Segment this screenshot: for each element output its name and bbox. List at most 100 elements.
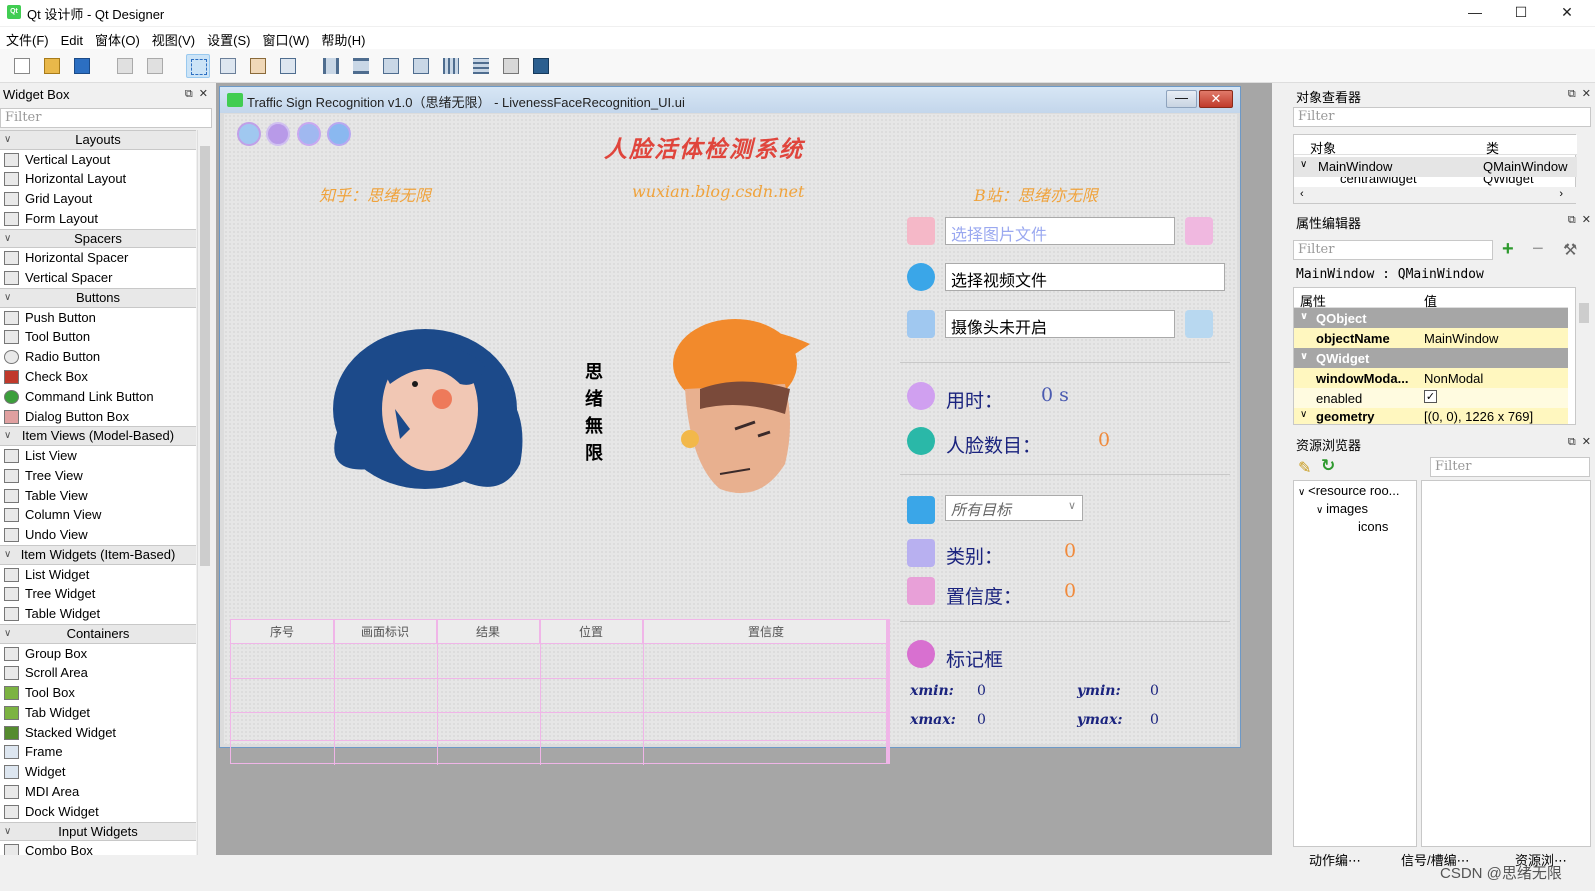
open-button[interactable]	[40, 54, 64, 78]
form-titlebar[interactable]: Traffic Sign Recognition v1.0（思绪无限） - Li…	[220, 87, 1240, 113]
widget-item[interactable]: Push Button	[0, 308, 196, 328]
property-row[interactable]: ∨ geometry [(0, 0), 1226 x 769]	[1294, 408, 1568, 424]
category-layouts[interactable]: ∨ Layouts	[0, 130, 196, 150]
camera-toggle-icon[interactable]	[1185, 310, 1213, 338]
category-containers[interactable]: ∨ Containers	[0, 623, 196, 644]
layout-grid-button[interactable]	[439, 54, 463, 78]
table-header[interactable]: 置信度	[643, 620, 889, 644]
widget-item[interactable]: Dock Widget	[0, 802, 196, 822]
scrollbar-thumb[interactable]	[200, 146, 210, 566]
layout-hsplitter-button[interactable]	[379, 54, 403, 78]
widget-item[interactable]: Tree View	[0, 466, 196, 486]
layout-form-button[interactable]	[469, 54, 493, 78]
camera-status-input[interactable]: 摄像头未开启	[945, 310, 1175, 338]
widget-item[interactable]: List Widget	[0, 565, 196, 585]
widget-item[interactable]: Radio Button	[0, 347, 196, 367]
layout-horizontal-button[interactable]	[319, 54, 343, 78]
widget-item[interactable]: Tool Box	[0, 683, 196, 703]
property-table[interactable]: 属性 值 ∨ QObject objectName MainWindow ∨ Q…	[1293, 287, 1576, 425]
form-close-button[interactable]: ✕	[1199, 90, 1233, 108]
image-file-icon[interactable]	[907, 217, 935, 245]
dock-float-close-icons[interactable]: ⧉ ✕	[1568, 213, 1591, 227]
category-item-views[interactable]: ∨ Item Views (Model-Based)	[0, 426, 196, 446]
widget-item[interactable]: Command Link Button	[0, 387, 196, 407]
widget-item[interactable]: Check Box	[0, 367, 196, 387]
edit-widgets-button[interactable]	[186, 54, 210, 78]
object-row[interactable]: centralwidget QWidget	[1294, 177, 1577, 186]
copy-button[interactable]	[113, 54, 137, 78]
category-spacers[interactable]: ∨ Spacers	[0, 228, 196, 249]
table-header[interactable]: 序号	[231, 620, 334, 644]
category-input-widgets[interactable]: ∨ Input Widgets	[0, 821, 196, 842]
break-layout-button[interactable]	[499, 54, 523, 78]
enabled-checkbox[interactable]: ✓	[1424, 390, 1437, 403]
category-buttons[interactable]: ∨ Buttons	[0, 287, 196, 308]
dock-float-close-icons[interactable]: ⧉ ✕	[1568, 87, 1591, 101]
widget-item[interactable]: Tree Widget	[0, 584, 196, 604]
property-row[interactable]: windowModa... NonModal	[1294, 368, 1568, 388]
resource-contents[interactable]	[1421, 480, 1591, 847]
widget-item[interactable]: Column View	[0, 505, 196, 525]
widget-item[interactable]: Undo View	[0, 525, 196, 545]
widget-item[interactable]: Form Layout	[0, 209, 196, 229]
widget-item[interactable]: Vertical Layout	[0, 150, 196, 170]
resource-images[interactable]: ∨ images	[1316, 501, 1368, 516]
minimize-button[interactable]: —	[1452, 0, 1498, 26]
settings-app-icon[interactable]	[266, 122, 290, 146]
widget-item[interactable]: Dialog Button Box	[0, 407, 196, 427]
object-tree-hscrollbar[interactable]: ‹ ›	[1294, 187, 1577, 203]
dock-float-close-icons[interactable]: ⧉ ✕	[1568, 435, 1591, 449]
widget-item[interactable]: List View	[0, 446, 196, 466]
property-scrollbar[interactable]	[1577, 287, 1591, 425]
info-app-icon[interactable]	[327, 122, 351, 146]
close-button[interactable]: ✕	[1544, 0, 1590, 26]
menu-help[interactable]: 帮助(H)	[315, 27, 371, 49]
layout-vsplitter-button[interactable]	[409, 54, 433, 78]
maximize-button[interactable]: ☐	[1498, 0, 1544, 26]
widget-item[interactable]: Table View	[0, 486, 196, 506]
widget-item[interactable]: Frame	[0, 742, 196, 762]
tab-action-editor[interactable]: 动作编⋯	[1309, 850, 1361, 869]
menu-file[interactable]: 文件(F)	[0, 27, 55, 49]
reload-icon[interactable]: ↻	[1321, 456, 1335, 476]
add-property-icon[interactable]: +	[1502, 238, 1514, 261]
resource-filter-input[interactable]: Filter	[1430, 457, 1590, 477]
menu-window[interactable]: 窗口(W)	[256, 27, 315, 49]
edit-buddies-button[interactable]	[246, 54, 270, 78]
adjust-size-button[interactable]	[529, 54, 553, 78]
widget-item[interactable]: Stacked Widget	[0, 723, 196, 743]
widget-item[interactable]: Vertical Spacer	[0, 268, 196, 288]
user-app-icon[interactable]	[297, 122, 321, 146]
property-filter-input[interactable]: Filter	[1293, 240, 1493, 260]
resource-icons[interactable]: icons	[1358, 519, 1388, 534]
edit-resources-icon[interactable]: ✎	[1298, 458, 1311, 478]
table-header[interactable]: 位置	[540, 620, 643, 644]
camera-icon[interactable]	[907, 310, 935, 338]
save-app-icon[interactable]	[237, 122, 261, 146]
property-row[interactable]: objectName MainWindow	[1294, 328, 1568, 348]
widget-item[interactable]: Scroll Area	[0, 663, 196, 683]
widget-item[interactable]: Widget	[0, 762, 196, 782]
results-table[interactable]: 序号 画面标识 结果 位置 置信度	[230, 619, 890, 765]
object-tree-vscrollbar[interactable]	[1577, 134, 1591, 204]
video-play-icon[interactable]	[907, 263, 935, 291]
form-window[interactable]: Traffic Sign Recognition v1.0（思绪无限） - Li…	[219, 86, 1241, 765]
paste-button[interactable]	[143, 54, 167, 78]
scrollbar-thumb[interactable]	[1579, 303, 1589, 323]
menu-edit[interactable]: Edit	[55, 30, 89, 48]
widget-item[interactable]: Grid Layout	[0, 189, 196, 209]
resource-tree[interactable]: ∨ <resource roo... ∨ images icons	[1293, 480, 1417, 847]
menu-view[interactable]: 视图(V)	[146, 27, 201, 49]
category-item-widgets[interactable]: ∨ Item Widgets (Item-Based)	[0, 544, 196, 565]
resource-root[interactable]: ∨ <resource roo...	[1298, 483, 1400, 498]
widget-item[interactable]: Horizontal Layout	[0, 169, 196, 189]
widget-item[interactable]: Tab Widget	[0, 703, 196, 723]
menu-form[interactable]: 窗体(O)	[89, 27, 146, 49]
property-group-row[interactable]: ∨ QWidget	[1294, 348, 1568, 368]
video-file-input[interactable]: 选择视频文件	[945, 263, 1225, 291]
configure-icon[interactable]: ⚒	[1563, 240, 1577, 260]
layout-vertical-button[interactable]	[349, 54, 373, 78]
open-image-icon[interactable]	[1185, 217, 1213, 245]
table-header[interactable]: 结果	[437, 620, 540, 644]
widget-item[interactable]: Horizontal Spacer	[0, 248, 196, 268]
